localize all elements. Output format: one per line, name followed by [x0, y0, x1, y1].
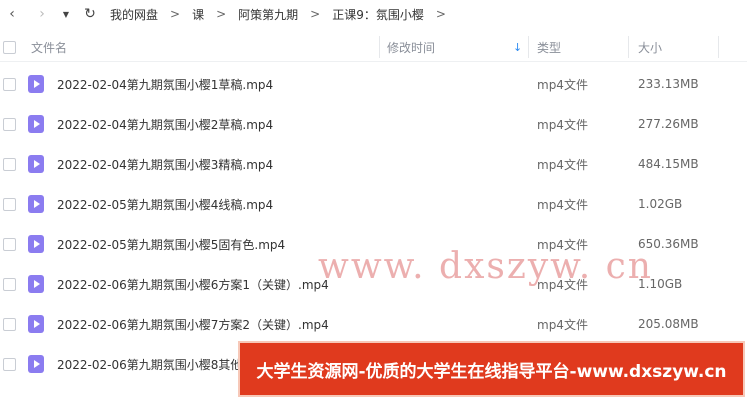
breadcrumb-item-my-drive[interactable]: 我的网盘 [110, 6, 158, 23]
row-checkbox[interactable] [3, 197, 16, 211]
row-checkbox[interactable] [3, 357, 16, 371]
history-dropdown-icon[interactable]: ▼ [56, 4, 76, 24]
row-checkbox[interactable] [3, 317, 16, 331]
breadcrumb: 我的网盘 > 课 > 阿策第九期 > 正课9：氛围小樱 > [110, 6, 458, 23]
row-checkbox[interactable] [3, 277, 16, 291]
file-type: mp4文件 [537, 77, 588, 92]
column-header-size[interactable]: 大小 [638, 32, 662, 62]
row-checkbox[interactable] [3, 117, 16, 131]
forward-icon[interactable]: › [32, 4, 52, 24]
video-file-icon [28, 315, 44, 333]
video-file-icon [28, 155, 44, 173]
file-name[interactable]: 2022-02-04第九期氛围小樱2草稿.mp4 [57, 104, 273, 144]
column-divider[interactable] [718, 36, 719, 58]
back-icon[interactable]: ‹ [2, 4, 22, 24]
breadcrumb-separator: > [216, 7, 227, 21]
video-file-icon [28, 275, 44, 293]
file-name[interactable]: 2022-02-06第九期氛围小樱8其他 [57, 344, 242, 384]
file-name[interactable]: 2022-02-05第九期氛围小樱4线稿.mp4 [57, 184, 273, 224]
file-size: 277.26MB [638, 117, 699, 131]
file-row[interactable]: 2022-02-04第九期氛围小樱2草稿.mp4 mp4文件 277.26MB [0, 104, 747, 144]
column-divider[interactable] [628, 36, 629, 58]
column-divider[interactable] [379, 36, 380, 58]
video-file-icon [28, 355, 44, 373]
promo-banner: 大学生资源网-优质的大学生在线指导平台-www.dxszyw.cn [238, 341, 745, 397]
file-row[interactable]: 2022-02-04第九期氛围小樱1草稿.mp4 mp4文件 233.13MB [0, 64, 747, 104]
column-header-modified[interactable]: 修改时间 [387, 32, 435, 62]
file-size: 233.13MB [638, 77, 699, 91]
row-checkbox[interactable] [3, 157, 16, 171]
file-name[interactable]: 2022-02-06第九期氛围小樱7方案2（关键）.mp4 [57, 304, 329, 344]
breadcrumb-item-course[interactable]: 课 [192, 6, 204, 23]
file-size: 205.08MB [638, 317, 699, 331]
video-file-icon [28, 115, 44, 133]
column-divider[interactable] [528, 36, 529, 58]
file-size: 1.02GB [638, 197, 683, 211]
file-row[interactable]: 2022-02-04第九期氛围小樱3精稿.mp4 mp4文件 484.15MB [0, 144, 747, 184]
file-type: mp4文件 [537, 197, 588, 212]
file-name[interactable]: 2022-02-04第九期氛围小樱3精稿.mp4 [57, 144, 273, 184]
sort-arrow-icon: ↓ [513, 40, 523, 54]
video-file-icon [28, 75, 44, 93]
sort-descending-icon[interactable]: ↓ [513, 32, 522, 62]
file-name[interactable]: 2022-02-05第九期氛围小樱5固有色.mp4 [57, 224, 285, 264]
breadcrumb-item-current-folder[interactable]: 正课9：氛围小樱 [332, 6, 424, 23]
column-header-type[interactable]: 类型 [537, 32, 561, 62]
breadcrumb-separator: > [310, 7, 321, 21]
file-list-header: 文件名 修改时间 ↓ 类型 大小 [0, 32, 747, 62]
video-file-icon [28, 195, 44, 213]
file-size: 650.36MB [638, 237, 699, 251]
file-size: 484.15MB [638, 157, 699, 171]
file-type: mp4文件 [537, 277, 588, 292]
file-type: mp4文件 [537, 237, 588, 252]
select-all-checkbox-cell [3, 32, 16, 62]
file-row[interactable]: 2022-02-05第九期氛围小樱5固有色.mp4 mp4文件 650.36MB [0, 224, 747, 264]
column-header-name[interactable]: 文件名 [31, 32, 67, 62]
file-size: 1.10GB [638, 277, 683, 291]
refresh-icon[interactable]: ↻ [80, 4, 100, 24]
breadcrumb-separator: > [170, 7, 181, 21]
row-checkbox[interactable] [3, 237, 16, 251]
file-row[interactable]: 2022-02-06第九期氛围小樱6方案1（关键）.mp4 mp4文件 1.10… [0, 264, 747, 304]
breadcrumb-item-season[interactable]: 阿策第九期 [238, 6, 298, 23]
file-row[interactable]: 2022-02-05第九期氛围小樱4线稿.mp4 mp4文件 1.02GB [0, 184, 747, 224]
breadcrumb-separator: > [435, 7, 446, 21]
row-checkbox[interactable] [3, 77, 16, 91]
file-name[interactable]: 2022-02-06第九期氛围小樱6方案1（关键）.mp4 [57, 264, 329, 304]
file-type: mp4文件 [537, 157, 588, 172]
file-row[interactable]: 2022-02-06第九期氛围小樱7方案2（关键）.mp4 mp4文件 205.… [0, 304, 747, 344]
file-type: mp4文件 [537, 117, 588, 132]
file-type: mp4文件 [537, 317, 588, 332]
navigation-bar: ‹ › ▼ ↻ 我的网盘 > 课 > 阿策第九期 > 正课9：氛围小樱 > [0, 0, 747, 28]
select-all-checkbox[interactable] [3, 40, 16, 54]
file-name[interactable]: 2022-02-04第九期氛围小樱1草稿.mp4 [57, 64, 273, 104]
video-file-icon [28, 235, 44, 253]
promo-banner-text: 大学生资源网-优质的大学生在线指导平台-www.dxszyw.cn [256, 361, 727, 382]
